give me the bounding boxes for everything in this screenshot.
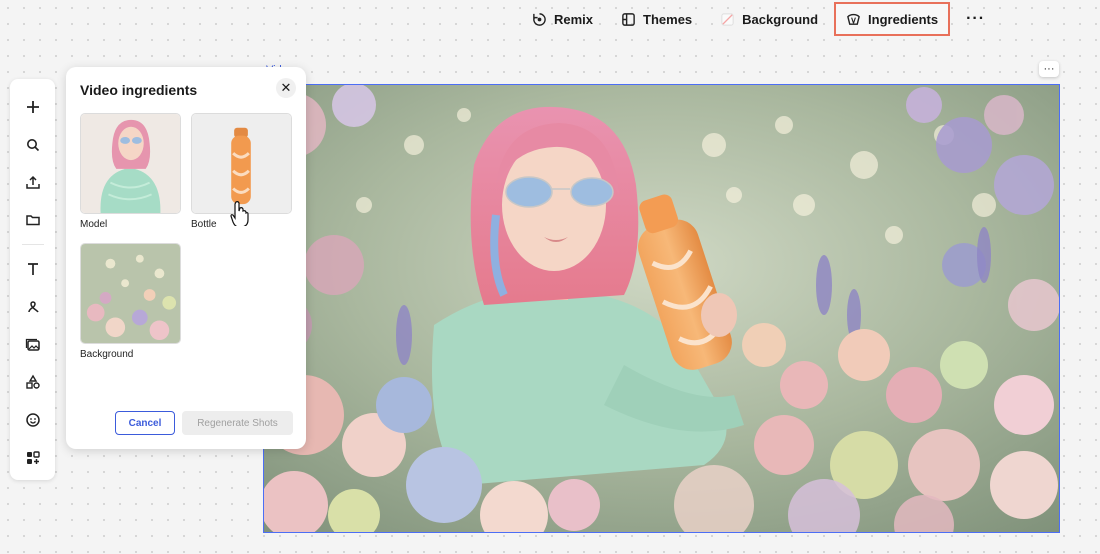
rail-divider bbox=[21, 244, 44, 246]
draw-icon bbox=[27, 301, 39, 313]
apps-icon bbox=[26, 451, 40, 465]
hand-cursor-icon bbox=[230, 201, 249, 226]
search-icon bbox=[26, 138, 39, 151]
upload-button[interactable] bbox=[17, 167, 49, 199]
top-toolbar: Remix Themes Background Ingredients ··· bbox=[520, 0, 997, 38]
ingredient-background-thumbnail[interactable] bbox=[80, 243, 181, 344]
themes-button[interactable]: Themes bbox=[609, 2, 704, 36]
themes-icon bbox=[622, 12, 635, 26]
emoji-button[interactable] bbox=[17, 404, 49, 436]
left-tool-rail bbox=[10, 79, 55, 480]
apps-button[interactable] bbox=[17, 442, 49, 474]
video-more-button[interactable]: ··· bbox=[1039, 61, 1059, 77]
text-icon bbox=[27, 263, 38, 276]
video-preview[interactable] bbox=[263, 84, 1060, 533]
video-ingredients-panel: Video ingredients ✕ Model Bottle Backgro… bbox=[66, 67, 306, 449]
ingredient-model-label: Model bbox=[80, 219, 108, 230]
ingredient-bottle-label: Bottle bbox=[191, 219, 217, 230]
close-panel-button[interactable]: ✕ bbox=[276, 78, 296, 98]
search-button[interactable] bbox=[17, 129, 49, 161]
background-icon bbox=[721, 12, 734, 26]
add-button[interactable] bbox=[17, 91, 49, 123]
upload-icon bbox=[25, 176, 40, 190]
ingredient-background-label: Background bbox=[80, 349, 134, 360]
regenerate-shots-button[interactable]: Regenerate Shots bbox=[182, 411, 293, 435]
emoji-icon bbox=[25, 413, 40, 428]
background-label: Background bbox=[742, 11, 819, 27]
ingredient-bottle-thumbnail[interactable] bbox=[191, 113, 292, 214]
media-icon bbox=[25, 338, 40, 351]
video-scene-image bbox=[264, 85, 1059, 532]
ingredients-button[interactable]: Ingredients bbox=[834, 2, 951, 36]
ingredients-label: Ingredients bbox=[868, 11, 939, 27]
folder-icon bbox=[25, 215, 40, 226]
ingredients-icon bbox=[847, 13, 860, 25]
text-button[interactable] bbox=[17, 253, 49, 285]
themes-label: Themes bbox=[643, 11, 693, 27]
background-button[interactable]: Background bbox=[708, 2, 830, 36]
background-image bbox=[81, 244, 180, 343]
ingredient-model-thumbnail[interactable] bbox=[80, 113, 181, 214]
remix-button[interactable]: Remix bbox=[520, 2, 605, 36]
draw-button[interactable] bbox=[17, 291, 49, 323]
cancel-button[interactable]: Cancel bbox=[115, 411, 175, 435]
close-icon: ✕ bbox=[280, 80, 292, 95]
bottle-image bbox=[192, 114, 291, 213]
add-icon bbox=[26, 100, 39, 113]
remix-label: Remix bbox=[554, 11, 594, 27]
folder-button[interactable] bbox=[17, 204, 49, 236]
toolbar-more-button[interactable]: ··· bbox=[954, 10, 997, 28]
shapes-button[interactable] bbox=[17, 367, 49, 399]
media-button[interactable] bbox=[17, 329, 49, 361]
shapes-icon bbox=[25, 375, 40, 390]
remix-icon bbox=[533, 12, 546, 26]
panel-title: Video ingredients bbox=[80, 82, 198, 98]
model-image bbox=[81, 114, 180, 213]
